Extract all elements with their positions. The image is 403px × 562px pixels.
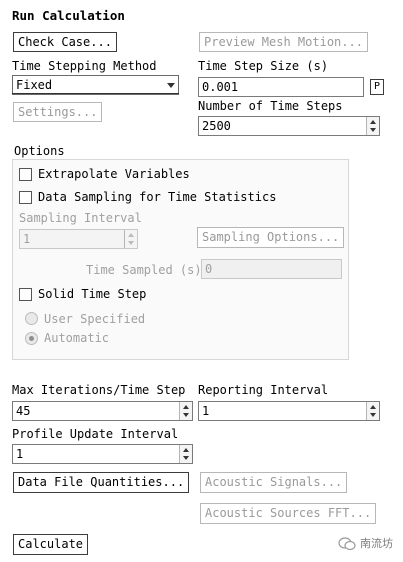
user-specified-label: User Specified: [44, 312, 146, 326]
time-stepping-method-label: Time Stepping Method: [12, 59, 157, 73]
sampling-interval-value: 1: [23, 232, 31, 246]
acoustic-sources-fft-button[interactable]: Acoustic Sources FFT...: [200, 503, 377, 524]
watermark-text: 南流坊: [360, 537, 393, 550]
solid-time-step-label: Solid Time Step: [38, 287, 147, 301]
sampling-options-button[interactable]: Sampling Options...: [197, 227, 345, 248]
max-iterations-input[interactable]: 45: [12, 401, 193, 421]
reporting-interval-spinner[interactable]: [366, 402, 379, 420]
chevron-down-icon: [167, 83, 175, 88]
sampling-interval-spinner[interactable]: [124, 230, 137, 248]
time-stepping-method-value: Fixed: [16, 78, 53, 92]
parameter-button[interactable]: P: [370, 79, 384, 95]
data-sampling-checkbox[interactable]: [19, 191, 32, 204]
reporting-interval-value: 1: [202, 404, 210, 418]
number-of-time-steps-input[interactable]: 2500: [198, 116, 380, 136]
sampling-interval-label: Sampling Interval: [19, 211, 142, 225]
sampling-interval-input[interactable]: 1: [19, 229, 138, 249]
automatic-radio[interactable]: [25, 332, 38, 345]
user-specified-radio[interactable]: [25, 312, 38, 325]
solid-time-step-checkbox[interactable]: [19, 288, 32, 301]
time-step-size-label: Time Step Size (s): [198, 59, 329, 73]
options-label: Options: [14, 144, 65, 158]
settings-button[interactable]: Settings...: [13, 102, 103, 122]
data-file-quantities-button[interactable]: Data File Quantities...: [13, 472, 190, 493]
number-of-time-steps-value: 2500: [202, 119, 231, 133]
time-step-size-input[interactable]: 0.001: [198, 77, 364, 97]
time-sampled-label: Time Sampled (s): [86, 263, 202, 277]
time-sampled-input[interactable]: 0: [201, 259, 342, 279]
extrapolate-variables-label: Extrapolate Variables: [38, 167, 190, 181]
reporting-interval-input[interactable]: 1: [198, 401, 380, 421]
profile-update-interval-spinner[interactable]: [179, 445, 192, 463]
time-stepping-method-dropdown[interactable]: Fixed: [12, 75, 179, 95]
automatic-label: Automatic: [44, 331, 110, 345]
profile-update-interval-input[interactable]: 1: [12, 444, 193, 464]
profile-update-interval-value: 1: [16, 447, 24, 461]
max-iterations-spinner[interactable]: [179, 402, 192, 420]
profile-update-interval-label: Profile Update Interval: [12, 427, 179, 441]
calculate-button[interactable]: Calculate: [13, 534, 89, 555]
acoustic-signals-button[interactable]: Acoustic Signals...: [200, 472, 348, 493]
max-iterations-value: 45: [16, 404, 31, 418]
extrapolate-variables-checkbox[interactable]: [19, 168, 32, 181]
number-of-time-steps-spinner[interactable]: [366, 117, 379, 135]
max-iterations-label: Max Iterations/Time Step: [12, 383, 186, 397]
check-case-button[interactable]: Check Case...: [13, 32, 117, 52]
reporting-interval-label: Reporting Interval: [198, 383, 329, 397]
dropdown-underline: [12, 93, 179, 94]
panel-title: Run Calculation: [12, 8, 125, 23]
preview-mesh-motion-button[interactable]: Preview Mesh Motion...: [199, 32, 368, 52]
number-of-time-steps-label: Number of Time Steps: [198, 99, 343, 113]
data-sampling-label: Data Sampling for Time Statistics: [38, 190, 277, 204]
wechat-logo-icon: [338, 537, 356, 551]
